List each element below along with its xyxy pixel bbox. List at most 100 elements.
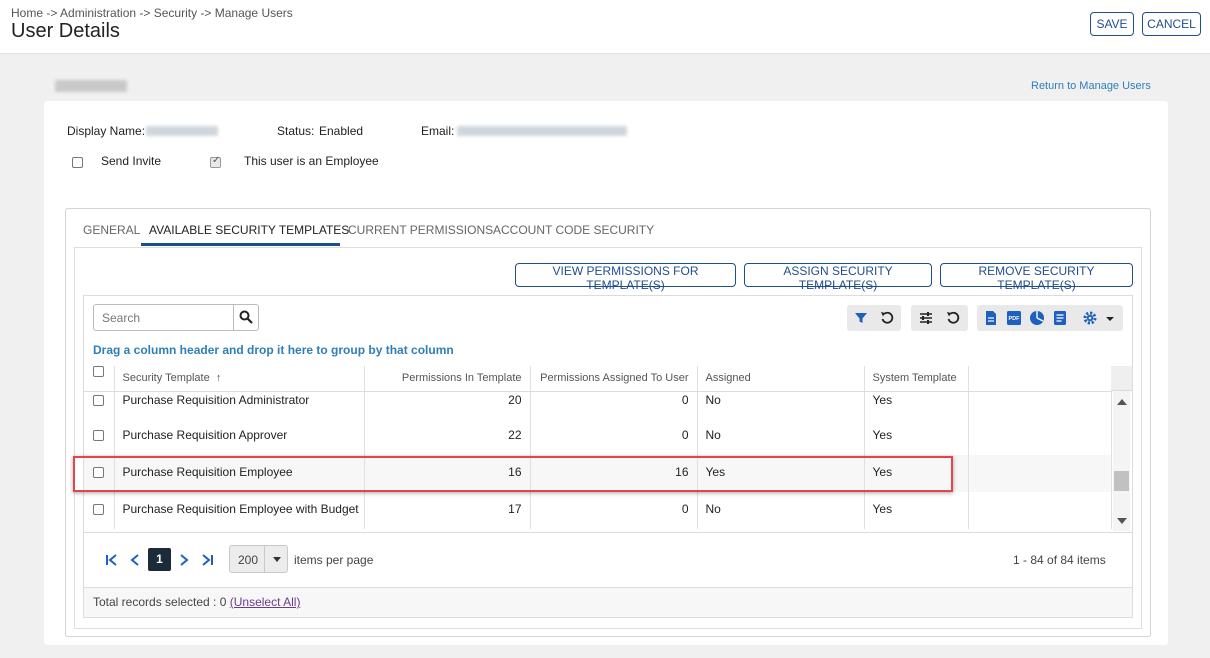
- send-invite-label: Send Invite: [101, 154, 162, 168]
- cell-permissions-in-template: 17: [364, 492, 531, 529]
- employee-checkbox[interactable]: [210, 155, 221, 168]
- scroll-up-arrow-icon[interactable]: [1117, 399, 1127, 405]
- list-report-button[interactable]: [1047, 305, 1073, 331]
- row-select-cell: [84, 418, 115, 455]
- reset-columns-button[interactable]: [940, 305, 966, 331]
- filter-button[interactable]: [848, 305, 874, 331]
- page-size-value: 200: [238, 553, 259, 567]
- reset-filter-button[interactable]: [874, 305, 900, 331]
- items-per-page-label: items per page: [294, 553, 374, 567]
- cell-system-template: Yes: [864, 418, 969, 455]
- cell-permissions-assigned: 0: [530, 391, 698, 418]
- undo-icon: [881, 311, 894, 324]
- remove-security-templates-button[interactable]: REMOVE SECURITY TEMPLATE(S): [940, 263, 1133, 292]
- undo-icon: [947, 311, 960, 324]
- cell-security-template: Purchase Requisition Employee with Budge…: [114, 492, 365, 529]
- scroll-down-arrow-icon[interactable]: [1117, 518, 1127, 524]
- cell-permissions-in-template: 20: [364, 391, 531, 418]
- column-header-filler: [968, 366, 1112, 392]
- view-permissions-button[interactable]: VIEW PERMISSIONS FOR TEMPLATE(S): [515, 263, 736, 292]
- table-row[interactable]: Purchase Requisition Employee 16 16 Yes …: [84, 455, 1112, 492]
- cell-system-template: Yes: [864, 492, 969, 529]
- filter-toolbar-group: [847, 305, 901, 331]
- last-page-icon[interactable]: [200, 553, 214, 567]
- column-header-assigned[interactable]: Assigned: [697, 366, 865, 392]
- sort-ascending-icon: ↑: [215, 372, 222, 384]
- select-all-cell: [84, 366, 115, 392]
- tab-general[interactable]: GENERAL: [83, 223, 140, 237]
- table-row[interactable]: Purchase Requisition Approver 22 0 No Ye…: [84, 418, 1112, 455]
- gear-icon: [1083, 311, 1097, 325]
- table-row[interactable]: Purchase Requisition Employee with Budge…: [84, 492, 1112, 529]
- total-selected-text: Total records selected : 0 (Unselect All…: [93, 595, 300, 609]
- tab-current-permissions[interactable]: CURRENT PERMISSIONS: [348, 223, 493, 237]
- items-count: 1 - 84 of 84 items: [1013, 553, 1106, 567]
- search-input[interactable]: [94, 305, 233, 330]
- column-settings-button[interactable]: [913, 305, 939, 331]
- document-icon: [986, 311, 996, 325]
- columns-toolbar-group: [911, 305, 968, 331]
- chevron-down-icon[interactable]: [264, 546, 288, 572]
- assign-security-templates-button[interactable]: ASSIGN SECURITY TEMPLATE(S): [744, 263, 932, 292]
- cell-filler: [968, 492, 1112, 529]
- cell-security-template: Purchase Requisition Employee: [114, 455, 365, 492]
- settings-menu-button[interactable]: [1077, 305, 1121, 331]
- cancel-button[interactable]: CANCEL: [1142, 12, 1201, 36]
- security-templates-table: Security Template ↑ Permissions In Templ…: [84, 366, 1112, 529]
- scroll-thumb[interactable]: [1114, 471, 1129, 491]
- sliders-icon: [920, 312, 932, 324]
- column-header-permissions-in-template[interactable]: Permissions In Template: [364, 366, 531, 392]
- table-row[interactable]: Purchase Requisition Administrator 20 0 …: [84, 391, 1112, 418]
- send-invite-checkbox[interactable]: [72, 157, 83, 168]
- group-by-hint: Drag a column header and drop it here to…: [93, 343, 454, 357]
- search-box: [93, 304, 259, 331]
- row-checkbox[interactable]: [93, 504, 105, 515]
- table-header-row: Security Template ↑ Permissions In Templ…: [84, 366, 1112, 392]
- cell-assigned: No: [697, 492, 865, 529]
- tab-available-security-templates[interactable]: AVAILABLE SECURITY TEMPLATES: [149, 223, 349, 237]
- cell-assigned: No: [697, 391, 865, 418]
- cell-permissions-assigned: 0: [530, 418, 698, 455]
- row-checkbox[interactable]: [93, 394, 105, 406]
- search-icon: [239, 310, 253, 324]
- column-header-permissions-assigned[interactable]: Permissions Assigned To User: [530, 366, 698, 392]
- display-name-label: Display Name:: [67, 124, 146, 138]
- vertical-scrollbar[interactable]: [1113, 391, 1130, 531]
- list-icon: [1054, 311, 1066, 325]
- total-selected-label: Total records selected : 0: [93, 595, 227, 609]
- cell-assigned: No: [697, 418, 865, 455]
- row-select-cell: [84, 492, 115, 529]
- next-page-icon[interactable]: [178, 553, 190, 567]
- svg-text:PDF: PDF: [1009, 316, 1021, 322]
- email-value-redacted: [457, 126, 627, 136]
- select-all-checkbox[interactable]: [93, 366, 105, 377]
- filter-icon: [855, 313, 867, 323]
- column-header-label: Security Template: [122, 372, 210, 384]
- current-page[interactable]: 1: [148, 548, 171, 571]
- display-name-value-redacted: [146, 126, 218, 136]
- unselect-all-link[interactable]: (Unselect All): [230, 595, 301, 609]
- cell-permissions-assigned: 16: [530, 455, 698, 492]
- tab-account-code-security[interactable]: ACCOUNT CODE SECURITY: [493, 223, 654, 237]
- row-checkbox[interactable]: [93, 467, 105, 478]
- column-header-security-template[interactable]: Security Template ↑: [114, 366, 365, 392]
- save-button[interactable]: SAVE: [1090, 12, 1134, 36]
- cell-security-template: Purchase Requisition Administrator: [114, 391, 365, 418]
- row-select-cell: [84, 455, 115, 492]
- previous-page-icon[interactable]: [129, 553, 141, 567]
- status-value: Enabled: [319, 124, 364, 138]
- cell-filler: [968, 418, 1112, 455]
- cell-filler: [968, 455, 1112, 492]
- user-name-redacted: [55, 80, 127, 92]
- return-to-manage-users-link[interactable]: Return to Manage Users: [1031, 80, 1151, 92]
- cell-system-template: Yes: [864, 391, 969, 418]
- first-page-icon[interactable]: [105, 553, 119, 567]
- employee-label: This user is an Employee: [244, 154, 379, 168]
- page-size-select[interactable]: 200: [229, 545, 288, 573]
- scrollbar-header-filler: [1111, 366, 1132, 391]
- email-label: Email:: [421, 124, 455, 138]
- column-header-system-template[interactable]: System Template: [864, 366, 969, 392]
- cell-system-template: Yes: [864, 455, 969, 492]
- row-checkbox[interactable]: [93, 430, 105, 441]
- search-button[interactable]: [233, 305, 258, 330]
